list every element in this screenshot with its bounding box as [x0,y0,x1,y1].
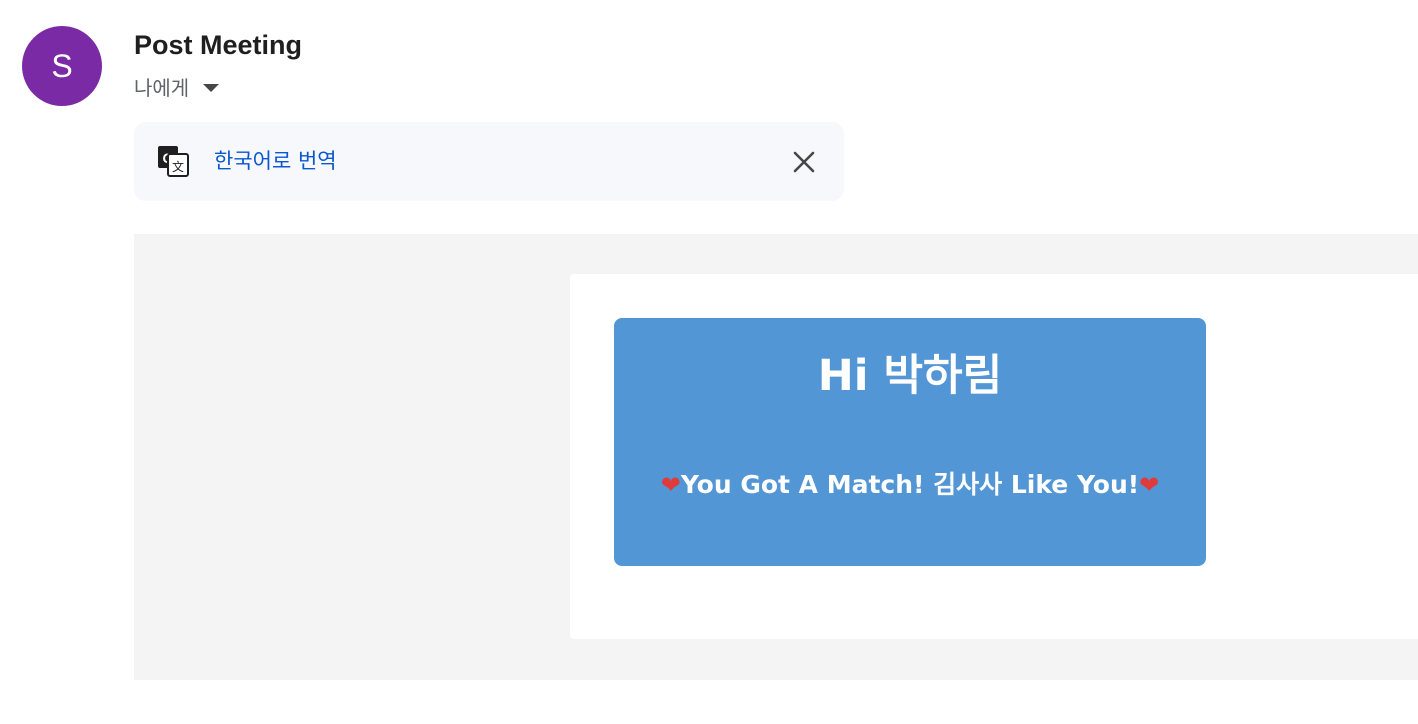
email-view: S Post Meeting 나에게 G 文 한국어로 번역 Hi 박하림 [0,0,1418,724]
translate-link[interactable]: 한국어로 번역 [214,145,337,177]
recipient-label: 나에게 [134,75,190,100]
close-icon [793,151,815,173]
match-notification-box: Hi 박하림 ❤You Got A Match! 김사사 Like You!❤ [614,318,1206,566]
match-message: You Got A Match! 김사사 Like You! [680,470,1140,499]
caret-down-icon [203,83,220,92]
heart-icon: ❤ [660,471,681,499]
email-body-frame: Hi 박하림 ❤You Got A Match! 김사사 Like You!❤ [134,234,1418,680]
email-card: Hi 박하림 ❤You Got A Match! 김사사 Like You!❤ [570,274,1418,639]
recipient-dropdown[interactable]: 나에게 [134,70,220,102]
heart-icon: ❤ [1139,471,1160,499]
svg-text:文: 文 [172,159,184,174]
close-button[interactable] [786,144,822,180]
email-subject: Post Meeting [134,30,303,60]
match-message-line: ❤You Got A Match! 김사사 Like You!❤ [614,468,1206,502]
translate-banner: G 文 한국어로 번역 [134,122,844,201]
translate-icon: G 文 [156,144,190,178]
greeting-heading: Hi 박하림 [817,351,1003,401]
sender-avatar[interactable]: S [22,26,102,106]
avatar-letter: S [51,47,73,84]
